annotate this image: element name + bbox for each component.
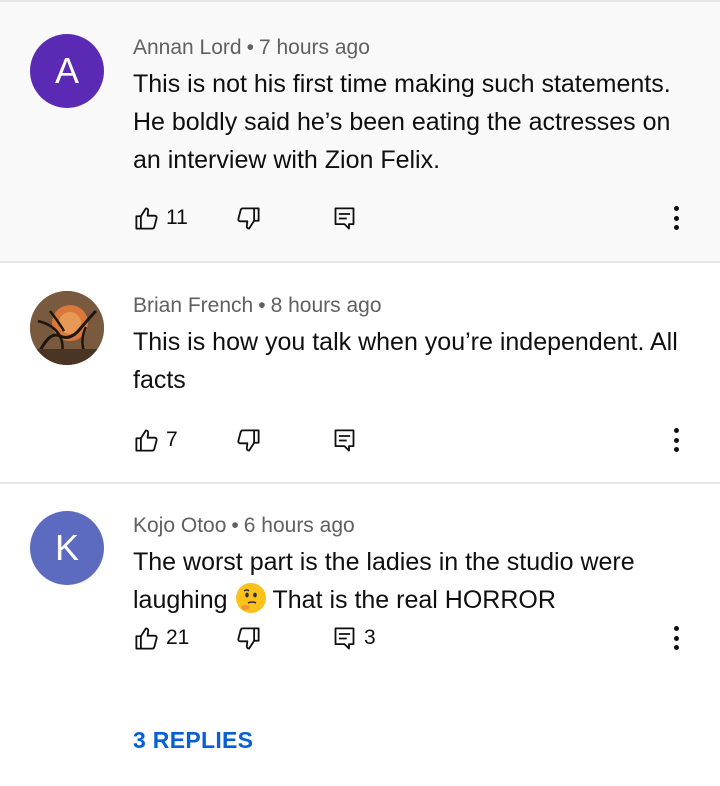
more-dot-icon [673, 635, 679, 641]
comment-meta: Kojo Otoo • 6 hours ago [133, 514, 355, 538]
more-dot-icon [673, 225, 679, 230]
reply-button[interactable]: 3 [331, 618, 376, 658]
more-dot-icon [673, 626, 679, 631]
like-count: 21 [166, 626, 190, 649]
view-replies-button[interactable]: 3 REPLIES [133, 727, 253, 754]
tree-painting-avatar-image [30, 291, 104, 365]
like-button[interactable]: 11 [133, 198, 188, 238]
comment-meta: Annan Lord • 7 hours ago [133, 36, 370, 60]
more-dot-icon [673, 428, 679, 433]
meta-separator: • [258, 294, 266, 317]
author-name[interactable]: Annan Lord [133, 36, 242, 59]
dislike-button[interactable] [235, 618, 262, 658]
like-button[interactable]: 21 [133, 618, 189, 658]
more-dot-icon [673, 215, 679, 221]
like-count: 7 [166, 428, 178, 451]
reply-button[interactable] [331, 198, 358, 238]
comment-actions: 11 [133, 198, 700, 238]
reply-count: 3 [364, 626, 376, 649]
author-name[interactable]: Brian French [133, 294, 253, 317]
thumbs-down-icon [237, 626, 260, 650]
more-options-button[interactable] [666, 424, 686, 456]
reply-comment-icon [334, 428, 355, 452]
like-count: 11 [166, 206, 188, 229]
thumbs-down-icon [237, 428, 260, 452]
meta-separator: • [231, 514, 239, 537]
comment-annan-lord: A Annan Lord • 7 hours ago This is not his… [0, 0, 720, 263]
more-dot-icon [673, 447, 679, 452]
reply-comment-icon [334, 626, 355, 650]
more-dot-icon [673, 206, 679, 211]
thumbs-up-icon [135, 428, 158, 452]
avatar-letter: A [54, 50, 79, 91]
reply-button[interactable] [331, 420, 358, 460]
more-options-button[interactable] [666, 202, 686, 234]
comment-meta: Brian French • 8 hours ago [133, 294, 382, 318]
thumbs-up-icon [135, 206, 158, 230]
author-name[interactable]: Kojo Otoo [133, 514, 226, 537]
comment-brian-french: Brian French • 8 hours ago This is how you… [0, 263, 720, 484]
comment-kojo-otoo: K Kojo Otoo • 6 hours ago The worst part i… [0, 484, 720, 784]
more-dot-icon [673, 645, 679, 650]
avatar[interactable] [30, 291, 104, 365]
timestamp: 8 hours ago [270, 294, 382, 317]
dislike-button[interactable] [235, 198, 262, 238]
comment-actions: 7 [133, 420, 700, 460]
more-options-button[interactable] [666, 622, 686, 654]
avatar-letter: K [54, 527, 79, 568]
reply-comment-icon [334, 206, 355, 230]
comment-text: This is not his first time making such s… [133, 70, 671, 174]
dislike-button[interactable] [235, 420, 262, 460]
meta-separator: • [246, 36, 254, 59]
more-dot-icon [673, 437, 679, 443]
thumbs-up-icon [135, 626, 158, 650]
comment-actions: 21 3 [133, 618, 700, 658]
avatar[interactable]: K [30, 511, 104, 585]
like-button[interactable]: 7 [133, 420, 178, 460]
avatar[interactable]: A [30, 34, 104, 108]
comment-text-part: That is the real HORROR [272, 586, 556, 614]
comment-text: This is how you talk when you’re indepen… [133, 328, 678, 394]
thinking-face-emoji-icon [236, 583, 267, 613]
timestamp: 7 hours ago [258, 36, 370, 59]
thumbs-down-icon [237, 206, 260, 230]
timestamp: 6 hours ago [243, 514, 355, 537]
comment-text: The worst part is the ladies in the stud… [133, 543, 693, 619]
